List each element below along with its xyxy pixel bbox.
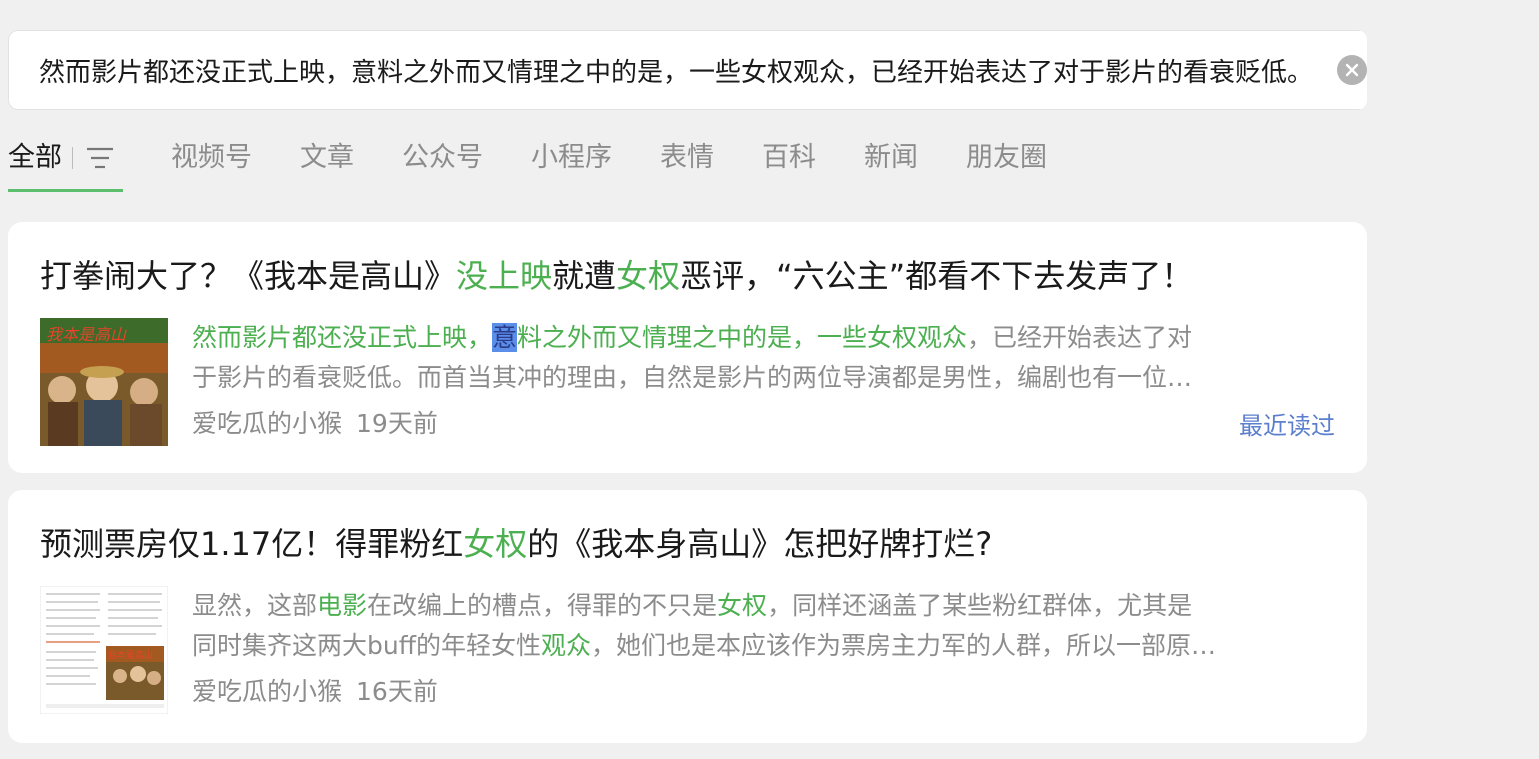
tab-divider [72, 147, 73, 169]
svg-text:我本是高山: 我本是高山 [108, 649, 153, 661]
result-title[interactable]: 打拳闹大了？《我本是高山》没上映就遭女权恶评，“六公主”都看不下去发声了！ [40, 254, 1335, 298]
tab-all[interactable]: 全部 [8, 140, 123, 192]
publish-time: 19天前 [356, 409, 438, 438]
result-title[interactable]: 预测票房仅1.17亿！得罪粉红女权的《我本身高山》怎把好牌打烂? [40, 522, 1335, 566]
tab-encyclopedia[interactable]: 百科 [762, 140, 816, 176]
tab-video[interactable]: 视频号 [171, 140, 252, 176]
result-card[interactable]: 预测票房仅1.17亿！得罪粉红女权的《我本身高山》怎把好牌打烂? 我本是高山 显… [8, 490, 1367, 743]
publish-time: 16天前 [356, 677, 438, 706]
result-meta: 爱吃瓜的小猴 16天前 [192, 672, 1335, 712]
result-thumbnail[interactable]: 我本是高山 [40, 586, 168, 714]
recently-read-badge: 最近读过 [1239, 412, 1335, 440]
result-card[interactable]: 打拳闹大了？《我本是高山》没上映就遭女权恶评，“六公主”都看不下去发声了！ 我本… [8, 222, 1367, 473]
tab-stickers[interactable]: 表情 [660, 140, 714, 176]
tab-moments[interactable]: 朋友圈 [966, 140, 1047, 176]
author-name[interactable]: 爱吃瓜的小猴 [192, 409, 342, 438]
tab-official-account[interactable]: 公众号 [402, 140, 483, 176]
tab-news[interactable]: 新闻 [864, 140, 918, 176]
tab-article[interactable]: 文章 [300, 140, 354, 176]
filter-icon[interactable] [85, 145, 115, 175]
result-snippet: 然而影片都还没正式上映，意料之外而又情理之中的是，一些女权观众，已经开始表达了对… [192, 323, 1193, 392]
category-tabs: 全部 视频号 文章 公众号 小程序 表情 百科 新闻 朋友圈 [8, 140, 1108, 192]
tab-label: 全部 [8, 142, 62, 173]
search-bar: 然而影片都还没正式上映，意料之外而又情理之中的是，一些女权观众，已经开始表达了对… [8, 30, 1367, 110]
clear-icon[interactable] [1337, 55, 1367, 85]
result-thumbnail[interactable]: 我本是高山 [40, 318, 168, 446]
author-name[interactable]: 爱吃瓜的小猴 [192, 677, 342, 706]
search-input[interactable]: 然而影片都还没正式上映，意料之外而又情理之中的是，一些女权观众，已经开始表达了对… [39, 52, 1313, 89]
tab-mini-program[interactable]: 小程序 [531, 140, 612, 176]
result-meta: 爱吃瓜的小猴 19天前 [192, 404, 1335, 444]
svg-text:我本是高山: 我本是高山 [46, 325, 127, 344]
text-selection: 意 [492, 323, 518, 352]
result-snippet: 显然，这部电影在改编上的槽点，得罪的不只是女权，同样还涵盖了某些粉红群体，尤其是… [192, 591, 1216, 660]
search-box[interactable]: 然而影片都还没正式上映，意料之外而又情理之中的是，一些女权观众，已经开始表达了对… [8, 30, 1367, 110]
